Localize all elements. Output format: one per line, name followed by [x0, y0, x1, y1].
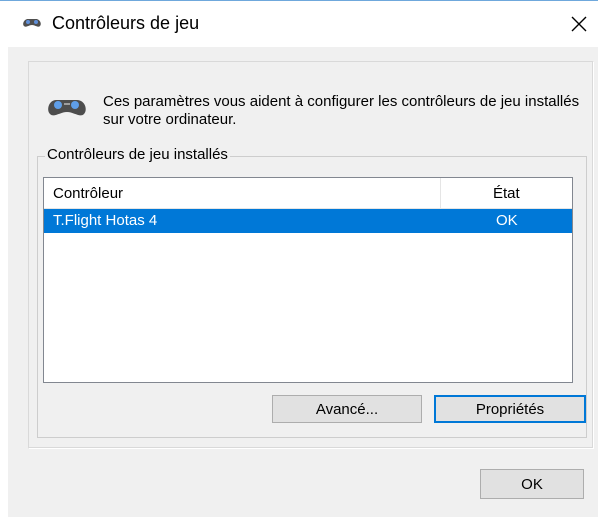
properties-button[interactable]: Propriétés — [434, 395, 586, 423]
intro-text: Ces paramètres vous aident à configurer … — [103, 93, 580, 128]
title-bar: Contrôleurs de jeu — [0, 1, 598, 46]
controllers-list[interactable]: Contrôleur État T.Flight Hotas 4 OK — [43, 177, 573, 383]
column-state-label: État — [493, 185, 520, 202]
content-panel: Ces paramètres vous aident à configurer … — [28, 61, 594, 449]
controller-name: T.Flight Hotas 4 — [53, 212, 158, 229]
column-state-header[interactable]: État — [441, 178, 571, 208]
installed-controllers-group: Contrôleurs de jeu installés Contrôleur … — [37, 146, 587, 438]
gamepad-icon — [23, 19, 41, 27]
group-label: Contrôleurs de jeu installés — [45, 146, 230, 163]
dialog-client-area: Ces paramètres vous aident à configurer … — [8, 47, 598, 517]
table-row[interactable]: T.Flight Hotas 4 OK — [44, 209, 572, 233]
gamepad-icon — [48, 100, 86, 116]
close-icon[interactable] — [562, 7, 596, 41]
ok-button[interactable]: OK — [480, 469, 584, 499]
column-controller-label: Contrôleur — [53, 185, 124, 202]
column-controller-header[interactable]: Contrôleur — [44, 178, 441, 208]
controller-state: OK — [496, 212, 518, 229]
window-title: Contrôleurs de jeu — [52, 13, 200, 33]
list-header: Contrôleur État — [44, 178, 572, 209]
advanced-button[interactable]: Avancé... — [272, 395, 422, 423]
